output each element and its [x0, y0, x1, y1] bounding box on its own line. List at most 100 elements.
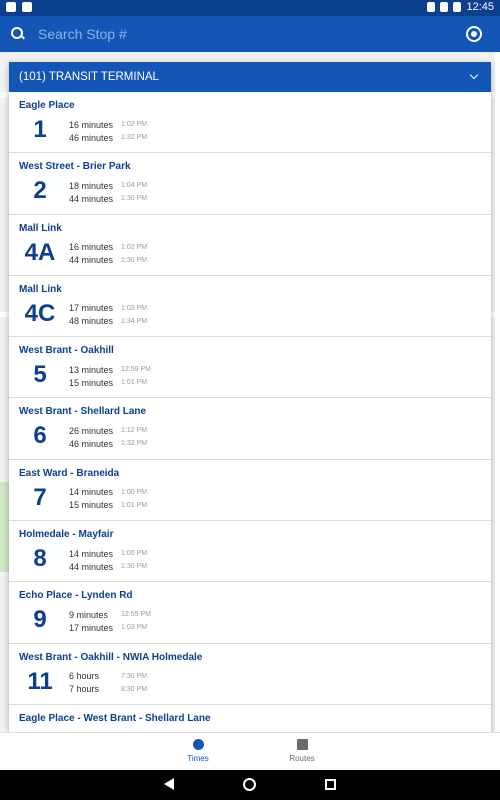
route-number: 11	[27, 667, 53, 695]
arrival-clock-time: 1:01 PM	[121, 379, 148, 387]
arrival-clock-time: 1:02 PM	[121, 243, 148, 251]
route-number: 6	[33, 422, 47, 450]
back-icon[interactable]	[164, 778, 174, 790]
arrival-times: 14 minutes 1:00 PM 15 minutes 1:01 PM	[69, 486, 147, 512]
arrival-clock-time: 1:04 PM	[121, 182, 148, 190]
arrival-relative: 46 minutes	[69, 132, 114, 143]
route-row[interactable]: Eagle Place - West Brant - Shellard Lane	[9, 705, 491, 732]
arrival-relative: 26 minutes	[69, 425, 114, 436]
arrival-clock-time: 1:30 PM	[121, 256, 148, 264]
status-bar: 12:45	[0, 0, 500, 16]
arrival-relative: 15 minutes	[69, 377, 114, 388]
arrival-relative: 18 minutes	[69, 180, 114, 191]
route-row[interactable]: Mall Link 4C 17 minutes 1:03 PM 48 minutes 1:…	[9, 276, 491, 338]
route-row[interactable]: West Brant - Shellard Lane 6 26 minutes 1:1…	[9, 398, 491, 460]
arrival-row: 7 hours 8:30 PM	[69, 683, 147, 696]
arrival-relative: 44 minutes	[69, 193, 114, 204]
arrival-clock-time: 8:30 PM	[121, 685, 148, 693]
route-row[interactable]: West Brant - Oakhill - NWIA Holmedale 11 6…	[9, 644, 491, 705]
arrival-clock-time: 7:30 PM	[121, 672, 148, 680]
arrival-row: 18 minutes 1:04 PM	[69, 179, 147, 192]
arrival-row: 26 minutes 1:12 PM	[69, 424, 147, 437]
arrival-row: 16 minutes 1:02 PM	[69, 241, 147, 254]
arrival-row: 15 minutes 1:01 PM	[69, 376, 151, 389]
recent-apps-icon[interactable]	[325, 779, 336, 790]
arrival-row: 15 minutes 1:01 PM	[69, 499, 147, 512]
arrival-relative: 17 minutes	[69, 622, 114, 633]
arrival-relative: 14 minutes	[69, 548, 114, 559]
status-icons: 12:45	[427, 1, 494, 13]
route-name: Mall Link	[19, 222, 62, 234]
route-name: Eagle Place - West Brant - Shellard Lane	[19, 712, 211, 724]
search-icon[interactable]	[8, 24, 34, 44]
nav-times-label: Times	[187, 754, 209, 763]
arrival-row: 44 minutes 1:30 PM	[69, 192, 147, 205]
stop-header[interactable]: (101) TRANSIT TERMINAL	[9, 62, 491, 92]
arrival-times: 13 minutes 12:59 PM 15 minutes 1:01 PM	[69, 363, 151, 389]
stop-title: (101) TRANSIT TERMINAL	[19, 71, 159, 83]
arrival-relative: 6 hours	[69, 671, 100, 682]
route-row[interactable]: Echo Place - Lynden Rd 9 9 minutes 12:55 PM…	[9, 582, 491, 644]
status-time: 12:45	[466, 1, 494, 13]
arrival-clock-time: 1:03 PM	[121, 304, 148, 312]
arrival-relative: 44 minutes	[69, 255, 114, 266]
route-number: 9	[33, 606, 47, 634]
arrival-row: 13 minutes 12:59 PM	[69, 363, 151, 376]
route-row[interactable]: West Brant - Oakhill 5 13 minutes 12:59 PM 1…	[9, 337, 491, 399]
arrival-times: 9 minutes 12:55 PM 17 minutes 1:03 PM	[69, 608, 151, 634]
route-name: Mall Link	[19, 283, 62, 295]
route-name: Echo Place - Lynden Rd	[19, 590, 133, 602]
arrival-clock-time: 12:55 PM	[121, 611, 151, 619]
arrival-row: 46 minutes 1:32 PM	[69, 131, 147, 144]
arrival-times: 16 minutes 1:02 PM 46 minutes 1:32 PM	[69, 118, 147, 144]
arrival-relative: 16 minutes	[69, 242, 114, 253]
route-row[interactable]: West Street - Brier Park 2 18 minutes 1:04 …	[9, 153, 491, 215]
arrival-row: 17 minutes 1:03 PM	[69, 302, 147, 315]
route-number: 4A	[24, 238, 56, 266]
location-icon	[427, 2, 436, 12]
route-number: 8	[33, 545, 47, 573]
nav-routes-label: Routes	[289, 754, 315, 763]
search-input[interactable]	[38, 26, 466, 42]
route-number: 4C	[24, 299, 56, 327]
route-name: Holmedale - Mayfair	[19, 529, 114, 541]
arrival-relative: 7 hours	[69, 684, 100, 695]
bottom-navigation: Times Routes	[0, 732, 500, 770]
notification-icon	[22, 2, 32, 12]
arrival-row: 6 hours 7:30 PM	[69, 670, 147, 683]
nav-times[interactable]: Times	[168, 739, 228, 763]
arrival-row: 9 minutes 12:55 PM	[69, 608, 151, 621]
route-list: Eagle Place 1 16 minutes 1:02 PM 46 minutes 1…	[9, 92, 491, 732]
route-name: West Brant - Shellard Lane	[19, 406, 147, 418]
route-row[interactable]: Holmedale - Mayfair 8 14 minutes 1:00 PM 44 …	[9, 521, 491, 583]
arrival-row: 17 minutes 1:03 PM	[69, 621, 151, 634]
route-name: East Ward - Braneida	[19, 467, 120, 479]
arrival-clock-time: 1:00 PM	[121, 550, 148, 558]
arrival-row: 46 minutes 1:32 PM	[69, 437, 147, 450]
nav-routes[interactable]: Routes	[272, 739, 332, 763]
arrival-clock-time: 1:12 PM	[121, 427, 148, 435]
arrival-relative: 16 minutes	[69, 119, 114, 130]
arrival-clock-time: 12:59 PM	[121, 366, 151, 374]
route-name: Eagle Place	[19, 100, 75, 111]
arrival-row: 44 minutes 1:30 PM	[69, 254, 147, 267]
route-row[interactable]: Mall Link 4A 16 minutes 1:02 PM 44 minutes 1:…	[9, 215, 491, 276]
route-name: West Brant - Oakhill	[19, 345, 114, 357]
arrival-times: 17 minutes 1:03 PM 48 minutes 1:34 PM	[69, 302, 147, 328]
arrival-relative: 46 minutes	[69, 438, 114, 449]
arrival-relative: 14 minutes	[69, 487, 114, 498]
system-navigation-bar	[0, 770, 500, 800]
arrival-relative: 15 minutes	[69, 500, 114, 511]
route-row[interactable]: East Ward - Braneida 7 14 minutes 1:00 PM 15…	[9, 460, 491, 522]
home-icon[interactable]	[243, 778, 256, 791]
route-row[interactable]: Eagle Place 1 16 minutes 1:02 PM 46 minutes 1…	[9, 92, 491, 154]
chevron-down-icon[interactable]	[467, 69, 483, 85]
arrival-times: 18 minutes 1:04 PM 44 minutes 1:30 PM	[69, 179, 147, 205]
route-number: 1	[33, 116, 47, 143]
notification-icon	[6, 2, 16, 12]
my-location-icon[interactable]	[466, 26, 482, 42]
arrival-relative: 13 minutes	[69, 364, 114, 375]
arrival-relative: 44 minutes	[69, 561, 114, 572]
notification-icons	[6, 2, 32, 12]
arrival-clock-time: 1:34 PM	[121, 317, 148, 325]
